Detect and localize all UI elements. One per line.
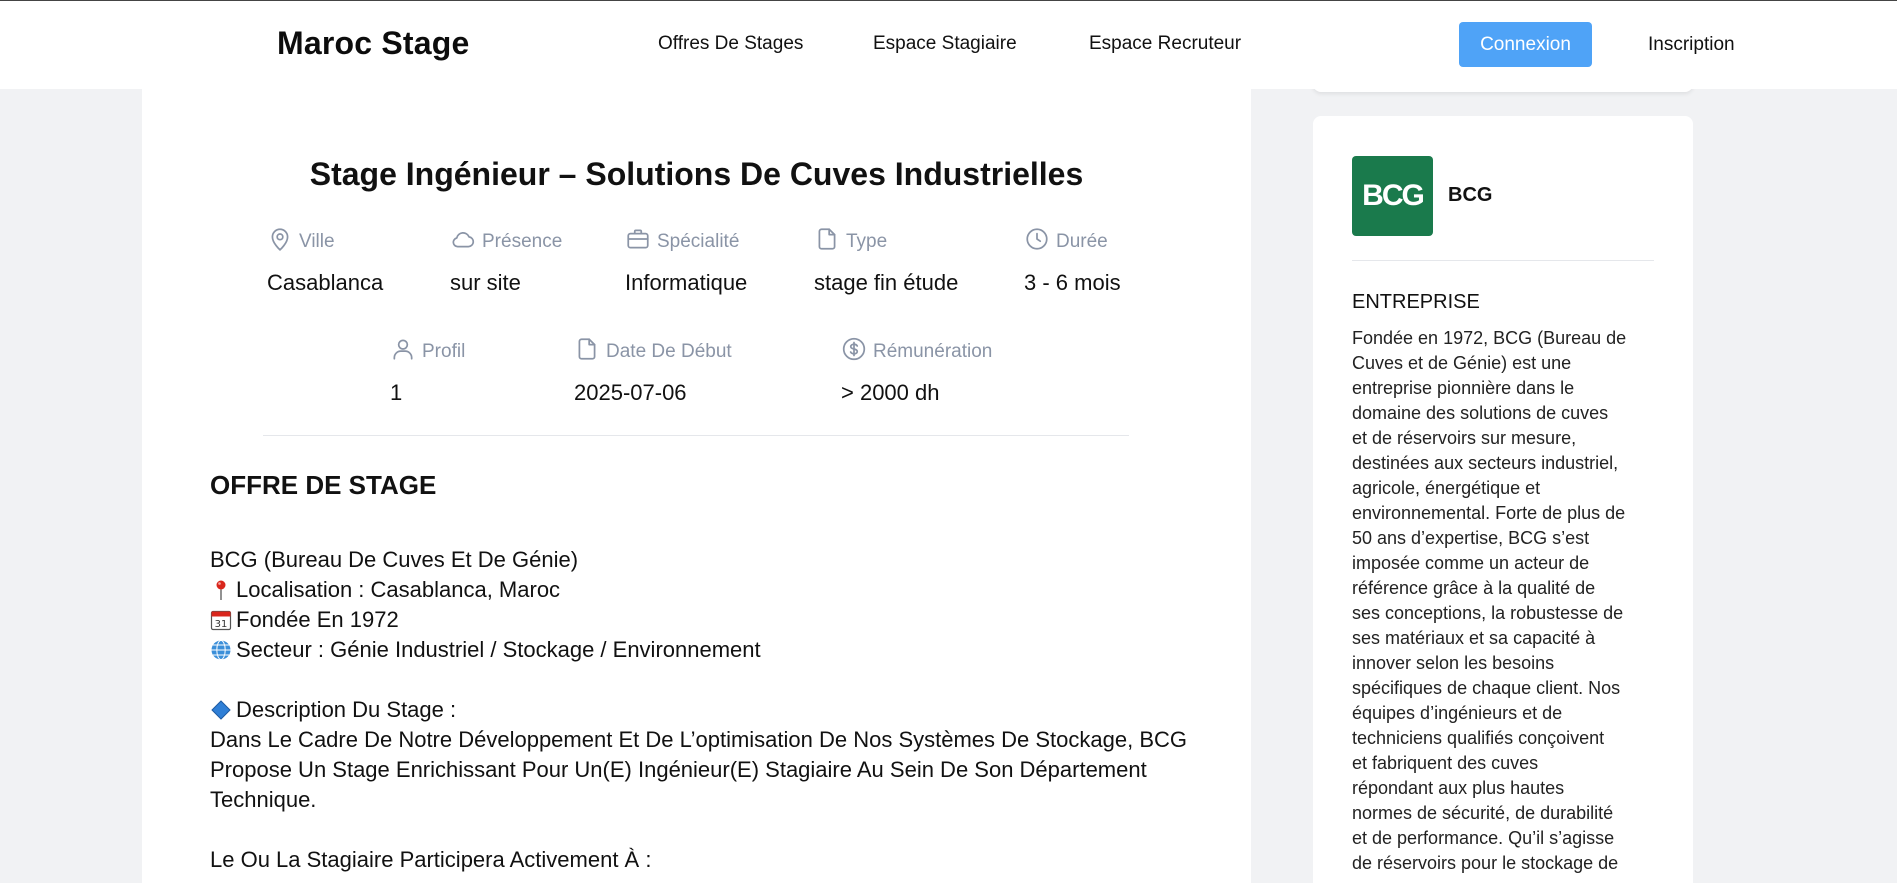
offer-title: Stage Ingénieur – Solutions De Cuves Ind… (309, 156, 1084, 192)
document-icon (574, 336, 600, 368)
meta-value: 2025-07-06 (574, 380, 687, 405)
about-line: destinées aux secteurs industriel, (1352, 453, 1619, 473)
section-title: OFFRE DE STAGE (210, 470, 437, 500)
cloud-icon (450, 226, 476, 258)
about-line: équipes d’ingénieurs et de (1352, 703, 1563, 723)
founded-text: Fondée En 1972 (236, 607, 399, 632)
round-pushpin-icon (210, 579, 232, 601)
about-line: techniciens qualifiés conçoivent (1352, 728, 1605, 748)
site-header: Maroc Stage Offres De Stages Espace Stag… (0, 1, 1897, 89)
meta-ville: Ville Casablanca (267, 226, 383, 296)
about-line: 50 ans d’expertise, BCG s’est (1352, 528, 1590, 548)
meta-label: Spécialité (657, 231, 740, 252)
briefcase-icon (625, 226, 651, 258)
meta-duree: Durée 3 - 6 mois (1024, 226, 1121, 296)
svg-text:31: 31 (215, 619, 228, 630)
meta-date-debut: Date De Début 2025-07-06 (574, 336, 732, 406)
about-line: Fondée en 1972, BCG (Bureau de (1352, 328, 1627, 348)
meta-label: Ville (299, 231, 335, 252)
login-button[interactable]: Connexion (1459, 22, 1592, 67)
location-line: Localisation : Casablanca, Maroc (210, 575, 1210, 605)
meta-presence: Présence sur site (450, 226, 562, 296)
founded-line: 31 Fondée En 1972 (210, 605, 1210, 635)
sector-line: Secteur : Génie Industriel / Stockage / … (210, 635, 1210, 665)
about-line: référence grâce à la qualité de (1352, 578, 1596, 598)
calendar-icon: 31 (210, 609, 232, 631)
about-line: ses conceptions, la robustesse de (1352, 603, 1624, 623)
sector-text: Secteur : Génie Industriel / Stockage / … (236, 637, 761, 662)
meta-value: Informatique (625, 270, 748, 295)
about-line: innover selon les besoins (1352, 653, 1555, 673)
meta-label: Rémunération (873, 341, 993, 362)
meta-value: stage fin étude (814, 270, 959, 295)
company-logo[interactable]: BCG (1352, 156, 1433, 236)
user-icon (390, 336, 416, 368)
meta-remuneration: Rémunération > 2000 dh (841, 336, 992, 406)
description-line-1: Dans Le Cadre De Notre Développement Et … (210, 727, 1188, 752)
nav-offres-de-stages[interactable]: Offres De Stages (658, 33, 803, 55)
about-line: agricole, énergétique et (1352, 478, 1541, 498)
description-line-2: Propose Un Stage Enrichissant Pour Un(E)… (210, 757, 1147, 782)
about-line: répondant aux plus hautes (1352, 778, 1565, 798)
about-line: de réservoirs pour le stockage de (1352, 853, 1619, 873)
document-icon (814, 226, 840, 258)
window-top-border (0, 0, 1897, 1)
meta-specialite: Spécialité Informatique (625, 226, 747, 296)
about-line: normes de sécurité, de durabilité (1352, 803, 1614, 823)
about-line: imposée comme un acteur de (1352, 553, 1590, 573)
tasks-heading: Le Ou La Stagiaire Participera Activemen… (210, 847, 652, 872)
nav-espace-stagiaire[interactable]: Espace Stagiaire (873, 33, 1017, 55)
meta-value: > 2000 dh (841, 380, 940, 405)
company-heading: ENTREPRISE (1352, 291, 1480, 313)
register-link[interactable]: Inscription (1648, 34, 1735, 56)
sidebar-divider (1352, 260, 1654, 261)
stage-heading: Description Du Stage : (236, 697, 457, 722)
dollar-circle-icon (841, 336, 867, 368)
company-line: BCG (Bureau De Cuves Et De Génie) (210, 547, 579, 572)
meta-label: Durée (1056, 231, 1108, 252)
about-line: entreprise pionnière dans le (1352, 378, 1575, 398)
meta-value: 1 (390, 380, 403, 405)
about-line: Cuves et de Génie) est une (1352, 353, 1572, 373)
meta-label: Type (846, 231, 888, 252)
company-about: Fondée en 1972, BCG (Bureau de Cuves et … (1352, 326, 1660, 876)
location-pin-icon (267, 226, 293, 258)
site-logo[interactable]: Maroc Stage (277, 25, 469, 62)
offer-description: BCG (Bureau De Cuves Et De Génie) Locali… (210, 545, 1210, 875)
section-divider (263, 435, 1129, 436)
meta-label: Date De Début (606, 341, 732, 362)
stage-heading-line: Description Du Stage : (210, 695, 1210, 725)
location-text: Localisation : Casablanca, Maroc (236, 577, 561, 602)
about-line: ses matériaux et sa capacité à (1352, 628, 1596, 648)
company-name[interactable]: BCG (1448, 184, 1492, 207)
meta-type: Type stage fin étude (814, 226, 958, 296)
meta-value: Casablanca (267, 270, 384, 295)
about-line: et fabriquent des cuves (1352, 753, 1539, 773)
clock-icon (1024, 226, 1050, 258)
about-line: et de performance. Qu’il s’agisse (1352, 828, 1615, 848)
blue-diamond-icon (210, 699, 232, 721)
about-line: spécifiques de chaque client. Nos (1352, 678, 1621, 698)
meta-label: Profil (422, 341, 466, 362)
meta-value: sur site (450, 270, 521, 295)
globe-icon (210, 639, 232, 661)
meta-profil: Profil 1 (390, 336, 465, 406)
meta-label: Présence (482, 231, 563, 252)
about-line: domaine des solutions de cuves (1352, 403, 1609, 423)
about-line: et de réservoirs sur mesure, (1352, 428, 1577, 448)
description-line-3: Technique. (210, 787, 317, 812)
about-line: environnemental. Forte de plus de (1352, 503, 1626, 523)
nav-espace-recruteur[interactable]: Espace Recruteur (1089, 33, 1241, 55)
meta-value: 3 - 6 mois (1024, 270, 1121, 295)
